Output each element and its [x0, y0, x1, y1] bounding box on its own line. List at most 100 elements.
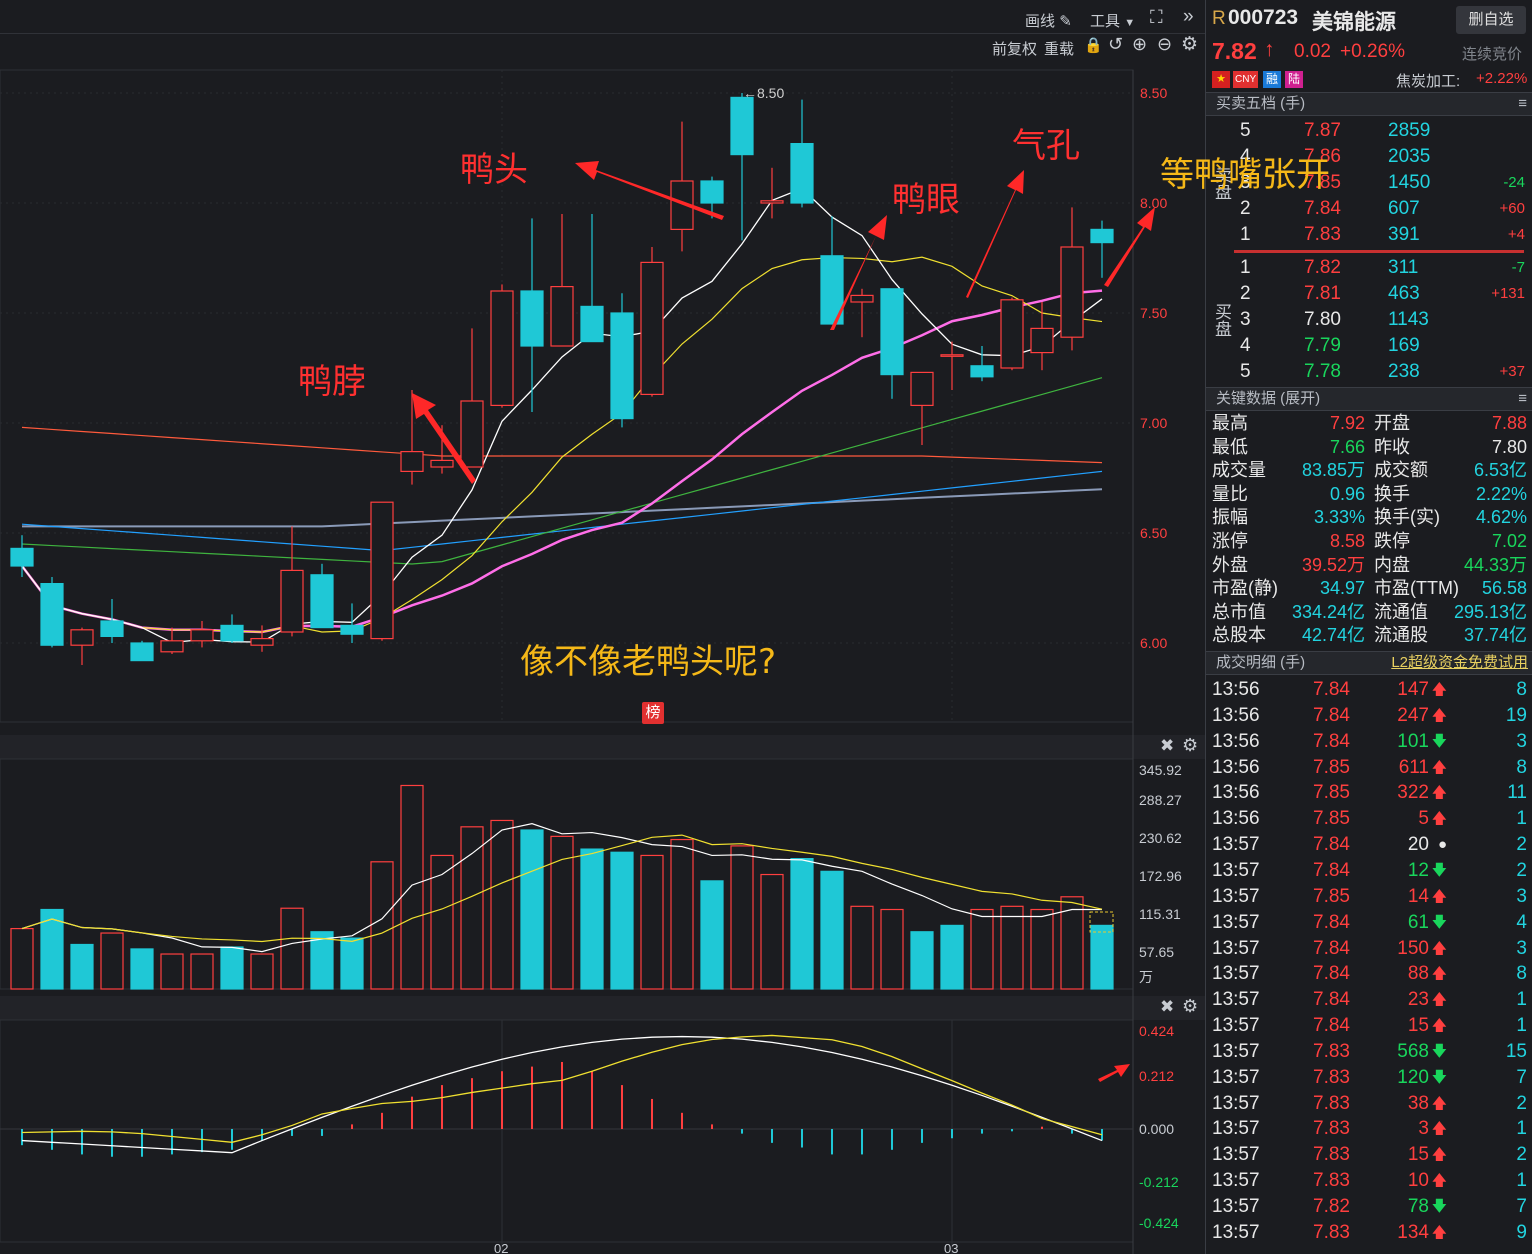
volume-bar	[250, 953, 274, 990]
menu-icon[interactable]: ≡	[1518, 93, 1527, 115]
trade-time: 13:57	[1212, 937, 1260, 959]
ask-price: 7.83	[1304, 224, 1341, 245]
trade-price: 7.83	[1313, 1170, 1350, 1192]
trade-price: 7.84	[1313, 1015, 1350, 1037]
candle-body	[1030, 327, 1054, 354]
candle	[790, 99, 814, 208]
key-data-row: 最低 7.66 昨收 7.80	[1206, 436, 1532, 460]
candle-body	[520, 290, 544, 347]
trade-row: 13:57 7.83 568 🡇 15	[1206, 1039, 1532, 1065]
down-arrow-icon: 🡇	[1431, 1042, 1447, 1060]
trade-count: 8	[1516, 963, 1527, 985]
candle-body	[910, 371, 934, 406]
ask-level: 2	[1240, 198, 1251, 219]
peak-label: ←8.50	[743, 85, 784, 101]
key-data-label: 成交量	[1212, 460, 1266, 481]
trade-volume: 12	[1407, 859, 1429, 881]
candle	[940, 341, 964, 390]
ask-row[interactable]: 1 7.83 391 +4	[1206, 222, 1532, 248]
trade-count: 1	[1516, 989, 1527, 1011]
ask-row[interactable]: 2 7.84 607 +60	[1206, 196, 1532, 222]
trade-volume: 3	[1418, 1118, 1429, 1140]
volume-close-icon[interactable]: ✖	[1160, 736, 1174, 756]
china-flag-icon: ★	[1212, 71, 1230, 88]
bid-row[interactable]: 2 7.81 463 +131	[1206, 281, 1532, 307]
candle-body	[850, 294, 874, 303]
orderbook-header[interactable]: 买卖五档 (手) ≡	[1206, 92, 1532, 116]
ma250-line	[22, 488, 1103, 528]
trade-count: 8	[1516, 756, 1527, 778]
bid-row[interactable]: 1 7.82 311 -7	[1206, 255, 1532, 281]
tag-connect[interactable]: 陆	[1285, 71, 1303, 88]
trade-volume: 14	[1407, 885, 1429, 907]
date-tick-label: 03	[944, 1241, 958, 1254]
key-data-value: 0.96	[1329, 483, 1365, 504]
key-data-value: 8.58	[1329, 531, 1365, 551]
trades-header[interactable]: 成交明细 (手) L2超级资金免费试用	[1206, 651, 1532, 675]
volume-tick-label: 115.31	[1139, 906, 1181, 922]
remove-watchlist-button[interactable]: 删自选	[1456, 6, 1526, 34]
price-change: 0.02	[1294, 41, 1331, 62]
bid-row[interactable]: 5 7.78 238 +37	[1206, 359, 1532, 385]
trade-time: 13:57	[1212, 834, 1260, 856]
bid-level: 1	[1240, 257, 1251, 278]
candle	[160, 627, 184, 654]
candle	[1090, 220, 1114, 278]
trade-time: 13:57	[1212, 963, 1260, 985]
key-data-row: 外盘 39.52万 内盘 44.33万	[1206, 554, 1532, 578]
l2-promo-link[interactable]: L2超级资金免费试用	[1391, 652, 1528, 674]
candle-body	[640, 261, 664, 395]
price-change-pct: +0.26%	[1340, 41, 1405, 62]
macd-settings-icon[interactable]: ⚙	[1182, 996, 1198, 1017]
volume-bar	[100, 932, 124, 990]
macd-tick-label: -0.212	[1139, 1174, 1179, 1190]
trade-volume: 61	[1407, 911, 1429, 933]
key-data-header[interactable]: 关键数据 (展开) ≡	[1206, 387, 1532, 411]
key-data-row: 量比 0.96 换手 2.22%	[1206, 483, 1532, 507]
bid-change: +37	[1499, 363, 1525, 380]
candle-body	[1090, 228, 1114, 244]
trade-volume: 38	[1407, 1092, 1429, 1114]
up-arrow-icon: 🡅	[1431, 887, 1447, 905]
volume-bar	[130, 948, 154, 990]
trade-price: 7.84	[1313, 834, 1350, 856]
trade-row: 13:56 7.84 247 🡅 19	[1206, 703, 1532, 729]
up-arrow-icon: 🡅	[1431, 706, 1447, 724]
bid-price: 7.79	[1304, 335, 1341, 356]
volume-bar	[880, 908, 904, 990]
volume-bar	[700, 880, 724, 990]
trade-count: 19	[1505, 704, 1527, 726]
candle	[580, 214, 604, 343]
candle-body	[580, 305, 604, 343]
bid-row[interactable]: 3 7.80 1143	[1206, 307, 1532, 333]
volume-series	[10, 784, 1114, 990]
trade-time: 13:57	[1212, 1066, 1260, 1088]
trade-price: 7.84	[1313, 704, 1350, 726]
key-data-label: 换手(实)	[1374, 507, 1440, 528]
volume-bar	[190, 953, 214, 990]
macd-close-icon[interactable]: ✖	[1160, 997, 1174, 1017]
bid-row[interactable]: 4 7.79 169	[1206, 333, 1532, 359]
ask-level: 5	[1240, 120, 1251, 141]
volume-bar	[1030, 908, 1054, 990]
candle	[130, 640, 154, 662]
trade-time: 13:56	[1212, 782, 1260, 804]
candle	[850, 288, 874, 338]
tag-margin[interactable]: 融	[1263, 71, 1281, 88]
volume-tick-label: 172.96	[1139, 868, 1182, 884]
trade-row: 13:57 7.83 10 🡅 1	[1206, 1168, 1532, 1194]
up-arrow-icon: 🡅	[1431, 758, 1447, 776]
volume-bar	[400, 784, 424, 990]
chart-area[interactable]: 画线 ✎ 工具 ▼ ⛶ » 前复权 重载 🔒 ↺ ⊕ ⊖ ⚙ 8.50 8.00 7…	[0, 0, 1330, 1254]
ask-row[interactable]: 5 7.87 2859	[1206, 118, 1532, 144]
sector-label[interactable]: 焦炭加工:	[1396, 70, 1460, 91]
volume-settings-icon[interactable]: ⚙	[1182, 735, 1198, 756]
trade-row: 13:56 7.85 322 🡅 11	[1206, 780, 1532, 806]
menu-icon[interactable]: ≡	[1518, 388, 1527, 410]
up-arrow-icon: 🡅	[1431, 991, 1447, 1009]
trade-row: 13:56 7.85 5 🡅 1	[1206, 806, 1532, 832]
candle-body	[1060, 246, 1084, 338]
volume-bar	[490, 819, 514, 990]
tag-cny[interactable]: CNY	[1233, 71, 1259, 88]
rank-badge[interactable]: 榜	[642, 702, 664, 724]
